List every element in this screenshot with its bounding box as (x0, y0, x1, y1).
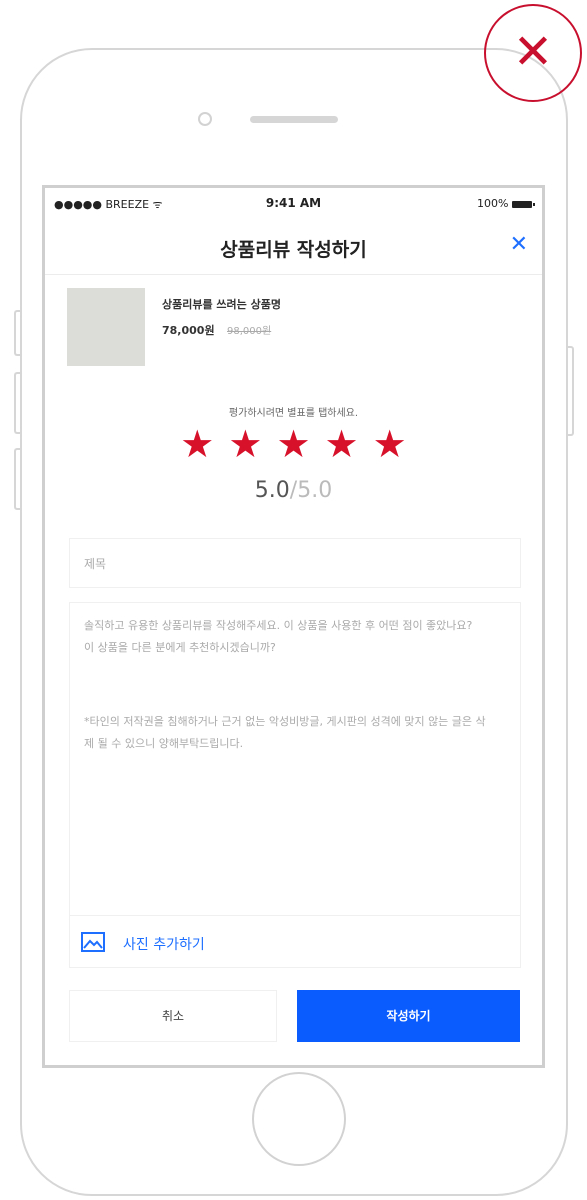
review-body-notice: *타인의 저작권을 침해하거나 근거 없는 악성비방글, 게시판의 성격에 맞지… (84, 715, 486, 750)
phone-screen: ●●●●● BREEZE ᯤ 9:41 AM 100% 상품리뷰 작성하기 ✕ … (42, 185, 545, 1068)
product-thumbnail (67, 288, 145, 366)
power-button (568, 346, 574, 436)
star-icon-2[interactable]: ★ (228, 422, 262, 466)
battery-percent: 100% (477, 197, 509, 210)
cancel-button[interactable]: 취소 (69, 990, 277, 1042)
page-title: 상품리뷰 작성하기 (220, 239, 367, 261)
review-body-textarea[interactable]: 솔직하고 유용한 상품리뷰를 작성해주세요. 이 상품을 사용한 후 어떤 점이… (69, 602, 521, 968)
star-icon-4[interactable]: ★ (325, 422, 359, 466)
star-rating[interactable]: ★ ★ ★ ★ ★ (45, 422, 542, 466)
image-icon (81, 932, 105, 952)
product-summary: 상품리뷰를 쓰려는 상품명 78,000원 98,000원 (67, 288, 507, 368)
earpiece-speaker (250, 116, 338, 123)
star-icon-3[interactable]: ★ (276, 422, 310, 466)
volume-up-button (14, 372, 20, 434)
close-icon[interactable]: ✕ (484, 4, 582, 102)
close-icon[interactable]: ✕ (510, 232, 528, 257)
review-title-input[interactable]: 제목 (69, 538, 521, 588)
header-bar: 상품리뷰 작성하기 ✕ (45, 222, 542, 275)
review-body-guide: 솔직하고 유용한 상품리뷰를 작성해주세요. 이 상품을 사용한 후 어떤 점이… (84, 619, 473, 654)
volume-down-button (14, 448, 20, 510)
product-name: 상품리뷰를 쓰려는 상품명 (162, 298, 281, 311)
battery-icon (512, 200, 535, 208)
product-original-price: 98,000원 (227, 326, 272, 337)
home-button[interactable] (252, 1072, 346, 1166)
battery-status: 100% (477, 197, 535, 210)
rating-score: 5.0/5.0 (45, 478, 542, 503)
add-photo-button[interactable]: 사진 추가하기 (69, 915, 521, 967)
rating-score-max: /5.0 (289, 478, 333, 503)
rating-guide-text: 평가하시려면 별표를 탭하세요. (228, 408, 359, 419)
front-camera (198, 112, 212, 126)
add-photo-label: 사진 추가하기 (123, 937, 205, 953)
star-icon-5[interactable]: ★ (373, 422, 407, 466)
mute-switch (14, 310, 20, 356)
product-price: 78,000원 (162, 324, 215, 337)
status-bar: ●●●●● BREEZE ᯤ 9:41 AM 100% (45, 188, 542, 218)
submit-button[interactable]: 작성하기 (297, 990, 520, 1042)
clock: 9:41 AM (265, 196, 322, 210)
rating-score-value: 5.0 (254, 478, 290, 503)
star-icon-1[interactable]: ★ (180, 422, 214, 466)
